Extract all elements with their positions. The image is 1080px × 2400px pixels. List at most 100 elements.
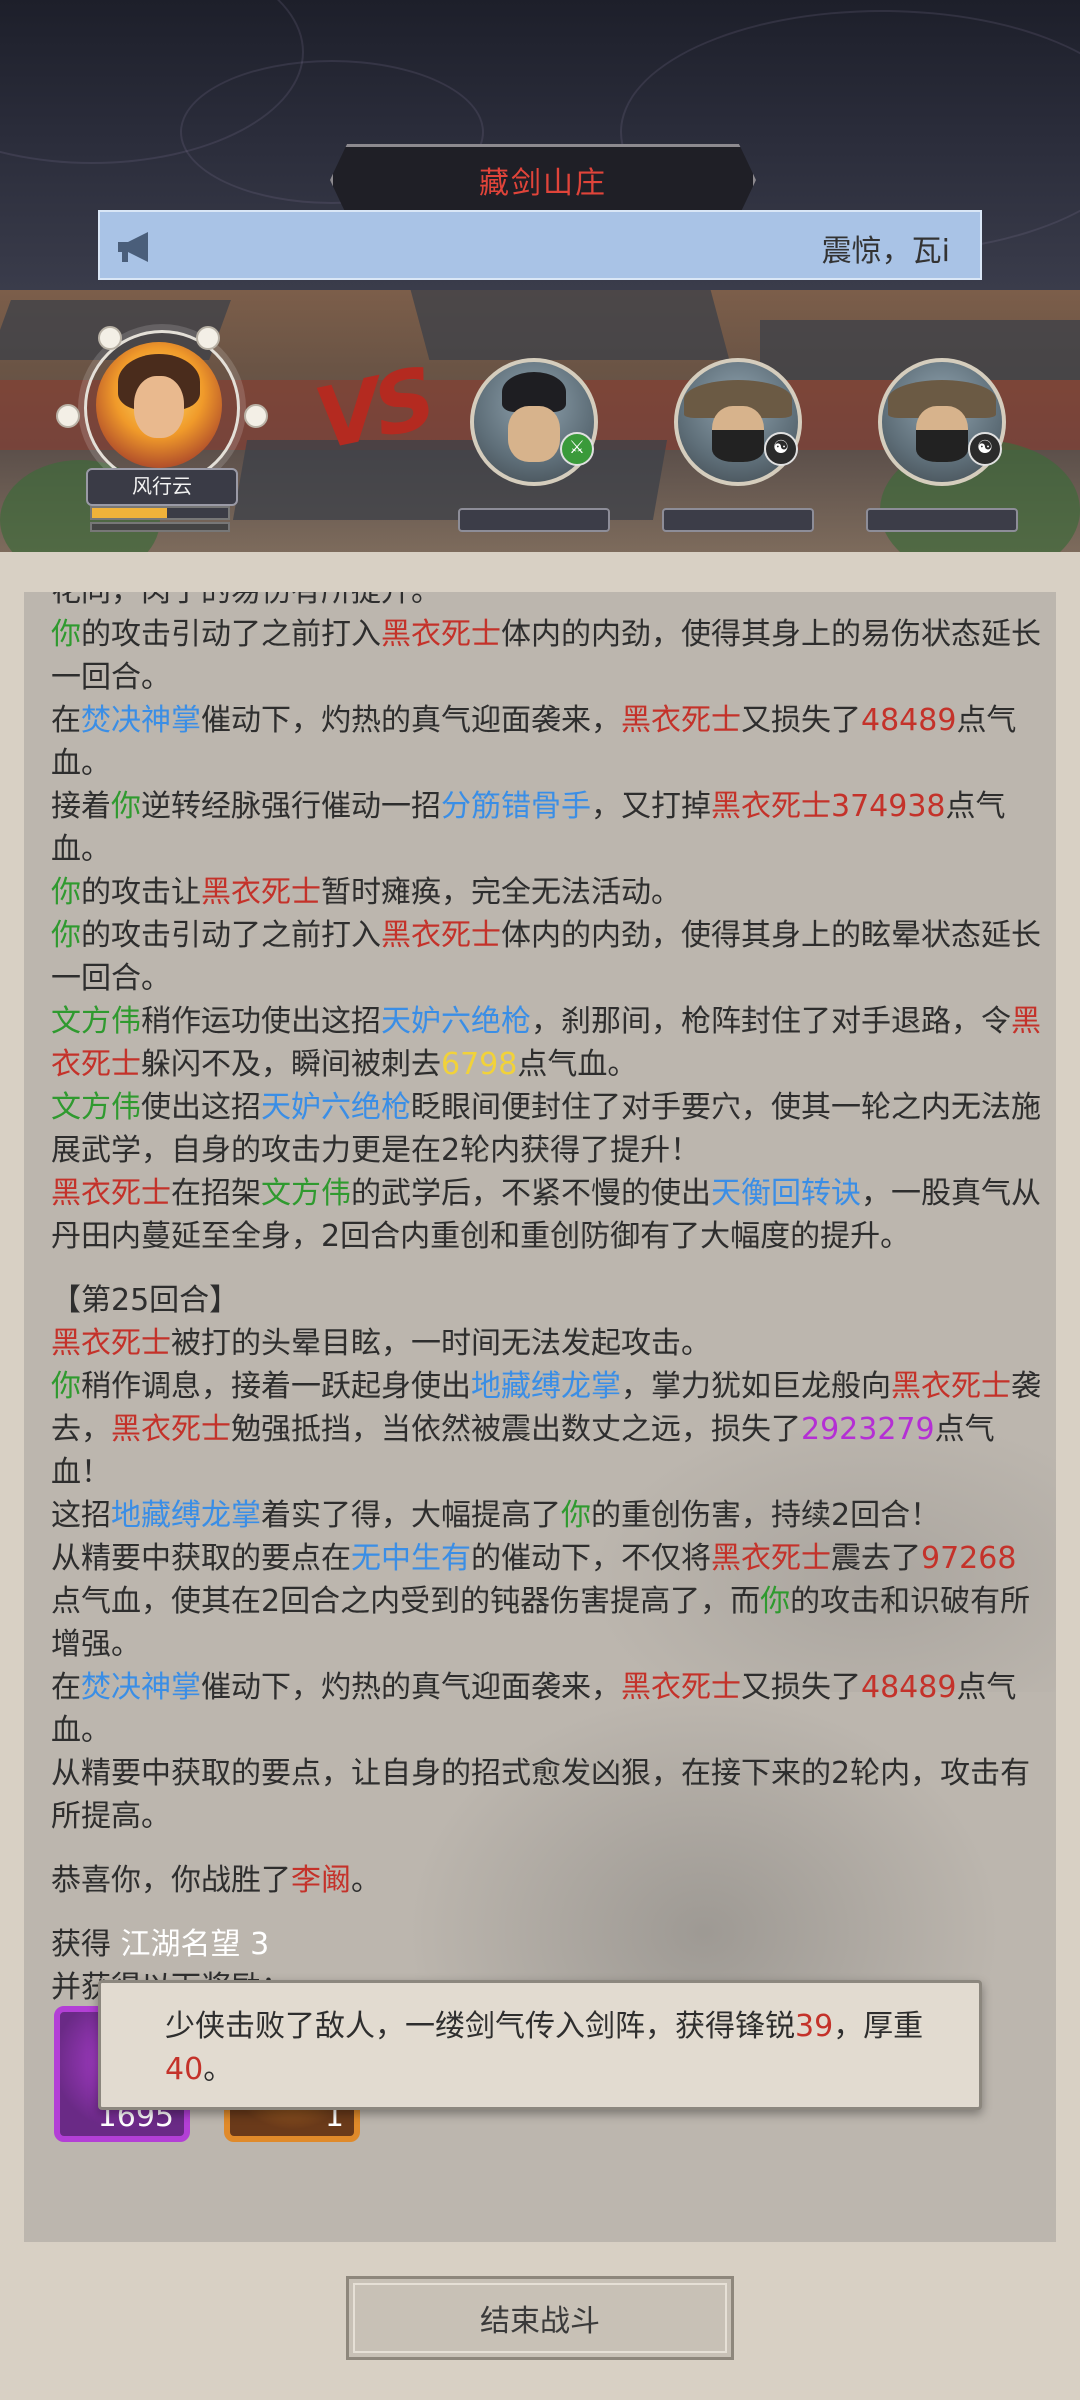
top-header: 藏剑山庄 震惊，瓦i [0,0,1080,290]
highlight-text: 2923279 [801,1412,935,1447]
plain-text: 在招架 [171,1176,261,1211]
log-line-partial: 花同，肉于的易伤有所提升。 [51,592,1041,613]
highlight-text: 6798 [441,1047,518,1082]
log-line: 你的攻击引动了之前打入黑衣死士体内的内劲，使得其身上的易伤状态延长一回合。 [51,613,1041,699]
plain-text: 这招 [51,1498,111,1533]
highlight-text: 黑衣死士 [711,1541,831,1576]
plain-text: 暂时瘫痪，完全无法活动。 [321,875,681,910]
battle-log-text: 花同，肉于的易伤有所提升。 你的攻击引动了之前打入黑衣死士体内的内劲，使得其身上… [51,592,1041,2009]
enemy-avatar[interactable] [878,358,1006,486]
highlight-text: 你 [51,875,81,910]
plain-text: 。 [203,2052,234,2087]
skill-orb-icon [56,404,80,428]
plain-text: 接着 [51,789,111,824]
highlight-text: 你 [760,1584,791,1619]
reward-toast: 少侠击败了敌人，一缕剑气传入剑阵，获得锋锐39，厚重 40。 [98,1980,982,2110]
log-line: 在焚决神掌催动下，灼热的真气迎面袭来，黑衣死士又损失了48489点气血。 [51,699,1041,785]
megaphone-icon [118,232,148,262]
highlight-text: 天妒六绝枪 [381,1004,531,1039]
highlight-text: 黑衣死士 [381,918,501,953]
plain-text: 的武学后，不紧不慢的使出 [351,1176,711,1211]
end-battle-button[interactable]: 结束战斗 [346,2276,734,2360]
reward-name: 江湖名望 [120,1927,241,1962]
log-line: 黑衣死士被打的头晕目眩，一时间无法发起攻击。 [51,1322,1041,1365]
plain-text: ，又打掉 [591,789,711,824]
enemy-hp-bar [866,508,1018,532]
location-title-plate: 藏剑山庄 [330,144,756,216]
plain-text: 着实了得，大幅提高了 [261,1498,561,1533]
player-hp-fill [92,508,167,518]
battle-banner: 风行云 VS ⚔ ☯ ☯ [0,290,1080,552]
highlight-text: 文方伟 [51,1090,141,1125]
player-name: 风行云 [86,468,238,506]
log-line: 你的攻击引动了之前打入黑衣死士体内的内劲，使得其身上的眩晕状态延长一回合。 [51,914,1041,1000]
highlight-text: 焚决神掌 [81,1670,201,1705]
enemy-avatar[interactable] [470,358,598,486]
highlight-text: 天妒六绝枪 [261,1090,411,1125]
highlight-text: 地藏缚龙掌 [471,1369,621,1404]
plain-text: 勉强抵挡，当依然被震出数丈之远，损失了 [231,1412,801,1447]
player-energy-bar [90,522,230,532]
highlight-text: 焚决神掌 [81,703,201,738]
log-line: 这招地藏缚龙掌着实了得，大幅提高了你的重创伤害，持续2回合！ [51,1494,1041,1537]
highlight-text: 黑衣死士 [51,1176,171,1211]
plain-text: 在 [51,1670,81,1705]
player-hp-bar [90,506,230,520]
highlight-text: 分筋错骨手 [441,789,591,824]
highlight-text: 374938 [831,789,946,824]
notice-bar[interactable]: 震惊，瓦i [98,210,982,280]
plain-text: 被打的头晕目眩，一时间无法发起攻击。 [171,1326,711,1361]
plain-text: 使出这招 [141,1090,261,1125]
log-line: 在焚决神掌催动下，灼热的真气迎面袭来，黑衣死士又损失了48489点气血。 [51,1666,1041,1752]
log-line: 接着你逆转经脉强行催动一招分筋错骨手，又打掉黑衣死士374938点气血。 [51,785,1041,871]
log-gap [51,1258,1041,1279]
highlight-text: 无中生有 [351,1541,471,1576]
log-line: 你稍作调息，接着一跃起身使出地藏缚龙掌，掌力犹如巨龙般向黑衣死士袭去，黑衣死士勉… [51,1365,1041,1494]
highlight-text: 40 [165,2052,204,2087]
sword-badge-icon: ⚔ [560,432,594,466]
toast-text: 少侠击败了敌人，一缕剑气传入剑阵，获得锋锐39，厚重 40。 [165,2005,955,2091]
location-title: 藏剑山庄 [479,166,607,201]
highlight-text: 48489 [861,703,957,738]
log-line: 从精要中获取的要点，让自身的招式愈发凶狠，在接下来的2轮内，攻击有所提高。 [51,1752,1041,1838]
avatar-mask [712,430,764,462]
log-line: 文方伟稍作运功使出这招天妒六绝枪，刹那间，枪阵封住了对手退路，令黑衣死士躲闪不及… [51,1000,1041,1086]
highlight-text: 39 [795,2009,834,2044]
highlight-text: 你 [51,1369,81,1404]
player-avatar[interactable] [96,342,222,468]
highlight-text: 黑衣死士 [711,789,831,824]
log-line: 从精要中获取的要点在无中生有的催动下，不仅将黑衣死士震去了97268 点气血，使其… [51,1537,1041,1666]
plain-text: 点气血。 [517,1047,638,1082]
highlight-text: 文方伟 [261,1176,351,1211]
log-line: 你的攻击让黑衣死士暂时瘫痪，完全无法活动。 [51,871,1041,914]
plain-text: 的攻击引动了之前打入 [81,918,381,953]
yin-yang-badge-icon: ☯ [764,432,798,466]
skill-orb-icon [196,326,220,350]
highlight-text: 你 [111,789,141,824]
highlight-text: 你 [51,918,81,953]
notice-text: 震惊，瓦i [821,234,950,269]
highlight-text: 黑衣死士 [381,617,501,652]
skill-orb-icon [98,326,122,350]
log-line: 文方伟使出这招天妒六绝枪眨眼间便封住了对手要穴，使其一轮之内无法施展武学，自身的… [51,1086,1041,1172]
log-line: 恭喜你，你战胜了李阚。 [51,1859,1041,1902]
plain-text: 的攻击引动了之前打入 [81,617,381,652]
plain-text: 从精要中获取的要点，让自身的招式愈发凶狠，在接下来的2轮内，攻击有所提高。 [51,1756,1031,1834]
highlight-text: 黑衣死士 [51,1326,171,1361]
highlight-text: 黑衣死士 [891,1369,1011,1404]
reward-amount: 3 [250,1927,270,1962]
plain-text: 又损失了 [741,703,861,738]
highlight-text: 你 [561,1498,591,1533]
scenery-roof [410,290,730,360]
plain-text: 的催动下，不仅将 [471,1541,711,1576]
log-line: 【第25回合】 [51,1279,1041,1322]
plain-text: 的重创伤害，持续2回合！ [591,1498,941,1533]
highlight-text: 97268 [921,1541,1017,1576]
plain-text: 稍作调息，接着一跃起身使出 [81,1369,471,1404]
plain-text: 催动下，灼热的真气迎面袭来， [201,1670,621,1705]
highlight-text: 文方伟 [51,1004,141,1039]
enemy-avatar[interactable] [674,358,802,486]
plain-text: 逆转经脉强行催动一招 [141,789,441,824]
highlight-text: 48489 [861,1670,957,1705]
plain-text: 少侠击败了敌人，一缕剑气传入剑阵，获得锋锐 [165,2009,795,2044]
